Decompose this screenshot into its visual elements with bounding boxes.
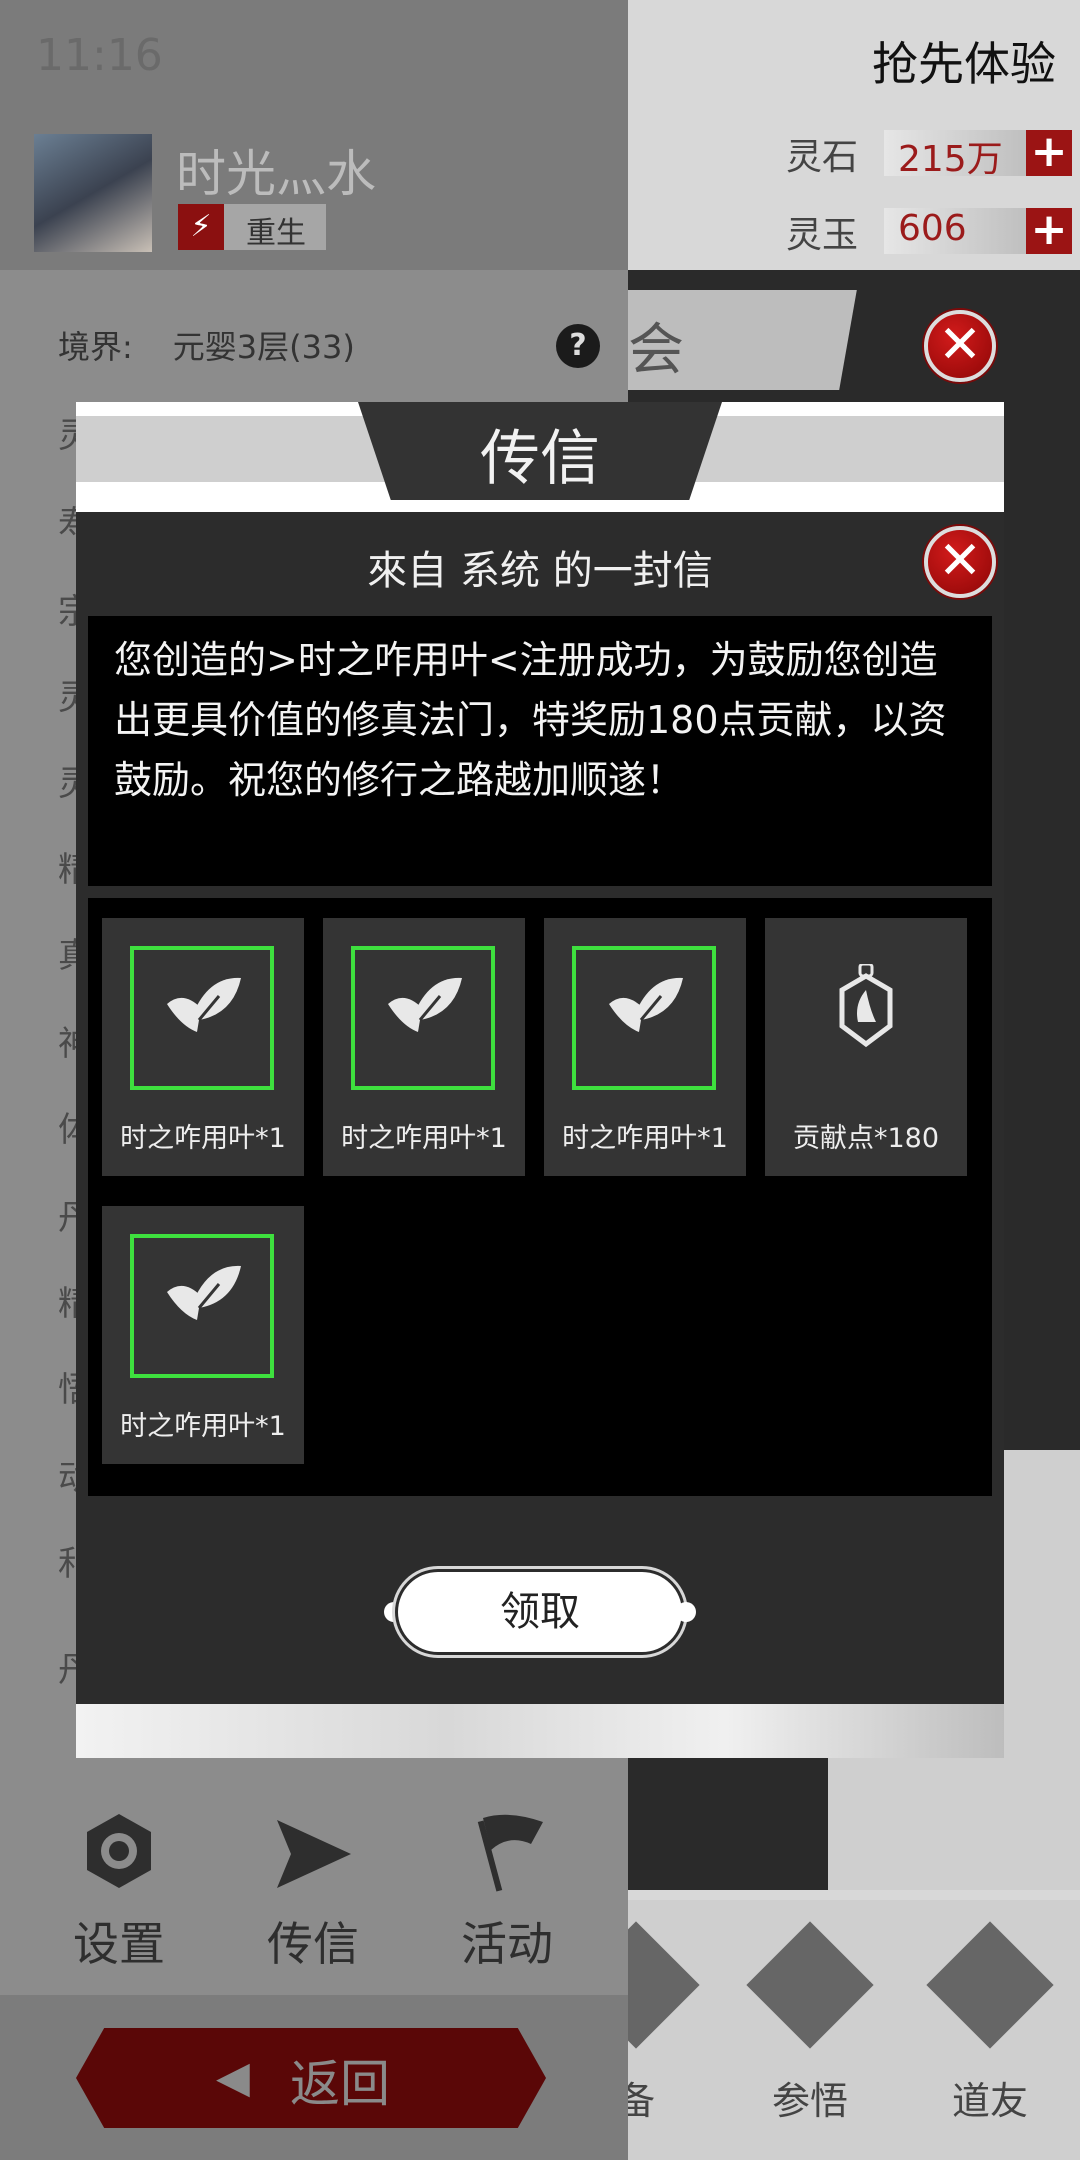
reward-item[interactable]: 时之咋用叶*1 — [544, 918, 746, 1176]
back-arrow-icon: ◀ — [216, 2052, 250, 2103]
lightning-icon: ⚡ — [178, 204, 224, 250]
resource-value: 606 — [898, 208, 967, 249]
back-label: 返回 — [290, 2055, 390, 2113]
realm-row: 境界: 元婴3层(33) — [58, 322, 355, 368]
send-icon — [238, 1810, 388, 1898]
gear-icon — [44, 1810, 194, 1898]
claim-button[interactable]: 领取 — [398, 1572, 682, 1652]
leaf-icon — [102, 974, 304, 1040]
resource-label: 灵石 — [786, 137, 859, 178]
back-button[interactable]: ◀ 返回 — [76, 2028, 546, 2128]
early-access-label: 抢先体验 — [872, 37, 1056, 91]
dialog-bottom-edge — [76, 1704, 1004, 1758]
nav-label: 道友 — [951, 2079, 1028, 2123]
reward-label: 时之咋用叶*1 — [120, 1123, 286, 1154]
leaf-icon — [323, 974, 525, 1040]
friends-icon — [926, 1921, 1054, 2049]
close-panel-button[interactable]: ✕ — [924, 310, 996, 382]
resource-spirit-stone: 灵石 215万 + — [786, 128, 1076, 180]
reward-item[interactable]: 时之咋用叶*1 — [323, 918, 525, 1176]
player-name: 时光灬水 — [176, 145, 376, 203]
dialog-title: 传信 — [480, 424, 600, 494]
avatar[interactable] — [34, 134, 152, 252]
settings-label: 设置 — [73, 1917, 165, 1971]
comprehend-icon — [746, 1921, 874, 2049]
flag-icon — [432, 1810, 582, 1898]
reward-label: 时之咋用叶*1 — [120, 1411, 286, 1442]
reward-item[interactable]: 时之咋用叶*1 — [102, 918, 304, 1176]
nav-label: 参悟 — [771, 2079, 848, 2123]
events-label: 活动 — [461, 1917, 553, 1971]
reward-label: 时之咋用叶*1 — [341, 1123, 507, 1154]
nav-friends[interactable]: 道友 — [920, 1921, 1060, 2130]
events-button[interactable]: 活动 — [432, 1810, 582, 1974]
settings-button[interactable]: 设置 — [44, 1810, 194, 1974]
realm-value: 元婴3层(33) — [172, 328, 355, 366]
realm-label: 境界: — [58, 328, 133, 366]
mail-label: 传信 — [267, 1917, 359, 1971]
add-spirit-stone-button[interactable]: + — [1026, 130, 1072, 176]
mail-dialog: 传信 ✕ 來自 系统 的一封信 您创造的>时之咋用叶<注册成功，为鼓励您创造出更… — [76, 402, 1004, 1758]
mail-body-text: 您创造的>时之咋用叶<注册成功，为鼓励您创造出更具价值的修真法门，特奖励180点… — [88, 616, 992, 886]
resource-label: 灵玉 — [786, 215, 859, 256]
reward-label: 贡献点*180 — [792, 1123, 940, 1154]
resource-value: 215万 — [898, 139, 1003, 180]
claim-button-wrap: 领取 — [384, 1564, 696, 1660]
reward-label: 时之咋用叶*1 — [562, 1123, 728, 1154]
rebirth-button[interactable]: ⚡ 重生 — [178, 204, 326, 251]
contribution-token-icon — [765, 962, 967, 1052]
mail-sender-header: 來自 系统 的一封信 — [367, 548, 713, 594]
add-spirit-jade-button[interactable]: + — [1026, 208, 1072, 254]
status-time: 11:16 — [36, 30, 163, 81]
help-icon[interactable]: ? — [556, 324, 600, 368]
leaf-icon — [544, 974, 746, 1040]
background-banner-text: 会 — [628, 318, 684, 383]
reward-item[interactable]: 贡献点*180 — [765, 918, 967, 1176]
nav-comprehend[interactable]: 参悟 — [740, 1921, 880, 2130]
mail-button[interactable]: 传信 — [238, 1810, 388, 1974]
reward-item[interactable]: 时之咋用叶*1 — [102, 1206, 304, 1464]
reward-list: 时之咋用叶*1 时之咋用叶*1 时之咋用叶*1 贡献点*180 时之咋用叶*1 — [88, 898, 992, 1496]
dialog-title-tab: 传信 — [358, 402, 722, 500]
leaf-icon — [102, 1262, 304, 1328]
button-ornament — [676, 1602, 696, 1622]
rebirth-label: 重生 — [246, 216, 306, 251]
resource-spirit-jade: 灵玉 606 + — [786, 206, 1076, 256]
